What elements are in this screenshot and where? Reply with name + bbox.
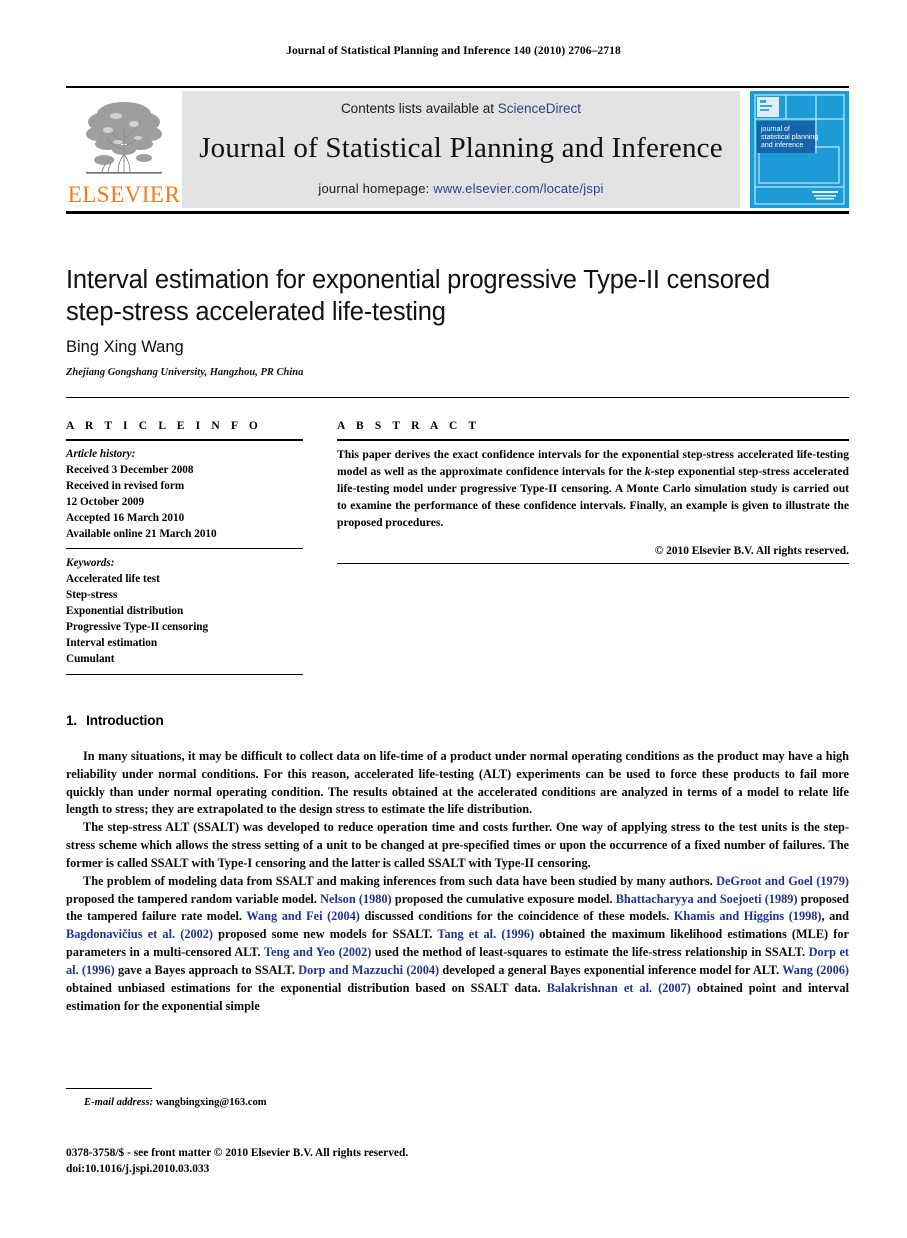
history-line: 12 October 2009 [66,495,145,508]
article-title: Interval estimation for exponential prog… [66,266,770,327]
keyword-item: Interval estimation [66,636,158,649]
paragraph: The step-stress ALT (SSALT) was develope… [66,820,849,870]
article-info-rule-bottom [66,673,303,675]
elsevier-tree-icon [78,94,170,182]
journal-cover-thumbnail: journal of statistical planning and infe… [750,91,849,208]
elsevier-wordmark: ELSEVIER [67,182,181,207]
article-info-column: A R T I C L E I N F O Article history: R… [66,420,303,682]
article-info-rule-mid [66,548,303,550]
elsevier-logo: ELSEVIER [66,91,182,208]
svg-text:statistical planning: statistical planning [761,134,818,141]
paragraph-text: discussed conditions for the coincidence… [359,909,674,924]
citation-link[interactable]: Dorp and Mazzuchi (2004) [298,963,439,977]
masthead-center-band: Contents lists available at ScienceDirec… [182,91,740,208]
citation-link[interactable]: Wang and Fei (2004) [246,909,360,923]
keyword-item: Cumulant [66,652,115,665]
paragraph-text: obtained unbiased estimations for the ex… [66,980,547,995]
article-author: Bing Xing Wang [66,338,184,356]
footnote-divider [66,1088,152,1089]
email-label: E-mail address: [84,1097,154,1108]
section-heading-introduction: 1. Introduction [66,713,164,728]
paragraph-text: gave a Bayes approach to SSALT. [114,962,299,977]
paragraph: In many situations, it may be difficult … [66,749,849,817]
citation-link[interactable]: Balakrishnan et al. (2007) [547,981,691,995]
journal-masthead: ELSEVIER Contents lists available at Sci… [66,86,849,214]
keywords-label: Keywords: [66,557,115,570]
section-number: 1. [66,713,78,728]
history-line: Received in revised form [66,479,185,492]
history-line: Available online 21 March 2010 [66,527,217,540]
section-title: Introduction [86,713,164,728]
citation-link[interactable]: Nelson (1980) [320,892,392,906]
citation-link[interactable]: Tang et al. (1996) [437,927,534,941]
doi-line: doi:10.1016/j.jspi.2010.03.033 [66,1163,210,1176]
email-link[interactable]: wangbingxing@163.com [156,1097,267,1108]
journal-homepage-line: journal homepage: www.elsevier.com/locat… [318,181,603,196]
sciencedirect-link[interactable]: ScienceDirect [498,101,581,116]
journal-homepage-link[interactable]: www.elsevier.com/locate/jspi [433,181,603,196]
keyword-item: Step-stress [66,589,118,602]
contents-lists-line: Contents lists available at ScienceDirec… [341,101,581,116]
abstract-column: A B S T R A C T This paper derives the e… [337,420,849,571]
paragraph-text: proposed some new models for SSALT. [213,927,438,942]
homepage-prefix: journal homepage: [318,181,434,196]
citation-link[interactable]: Khamis and Higgins (1998) [674,909,822,923]
citation-link[interactable]: Wang (2006) [782,963,849,977]
paragraph-text: developed a general Bayes exponential in… [439,962,783,977]
history-line: Received 3 December 2008 [66,463,194,476]
imprint-block: 0378-3758/$ - see front matter © 2010 El… [66,1145,408,1177]
abstract-copyright: © 2010 Elsevier B.V. All rights reserved… [654,544,849,557]
abstract-rule-bottom [337,562,849,564]
contents-lists-prefix: Contents lists available at [340,101,498,116]
journal-article-page: Journal of Statistical Planning and Infe… [0,0,907,1238]
svg-text:and inference: and inference [761,142,804,149]
title-block-divider [66,397,849,398]
keyword-item: Progressive Type-II censoring [66,621,209,634]
issn-copyright-line: 0378-3758/$ - see front matter © 2010 El… [66,1147,409,1159]
paragraph-with-citations: The problem of modeling data from SSALT … [66,873,849,1016]
citation-link[interactable]: DeGroot and Goel (1979) [716,874,849,888]
history-line: Accepted 16 March 2010 [66,511,185,524]
article-info-rule-top [66,439,303,441]
journal-title: Journal of Statistical Planning and Infe… [199,132,723,165]
paragraph-text: , and [821,909,849,924]
citation-link[interactable]: Teng and Yeo (2002) [264,945,371,959]
article-info-label: A R T I C L E I N F O [66,420,262,432]
keyword-item: Exponential distribution [66,605,184,618]
citation-link[interactable]: Bagdonavičius et al. (2002) [66,927,213,941]
abstract-label: A B S T R A C T [337,420,481,432]
paragraph-text: proposed the tampered random variable mo… [66,891,321,906]
corresponding-email-footnote: E-mail address: wangbingxing@163.com [84,1097,267,1108]
abstract-text: This paper derives the exact confidence … [337,447,849,532]
svg-text:journal of: journal of [760,126,790,133]
paragraph-text: The problem of modeling data from SSALT … [83,873,717,888]
author-affiliation: Zhejiang Gongshang University, Hangzhou,… [66,367,304,378]
abstract-rule-top [337,439,849,441]
article-history-label: Article history: [66,448,136,460]
paragraph-text: proposed the cumulative exposure model. [391,891,616,906]
citation-link[interactable]: Bhattacharyya and Soejoeti (1989) [616,892,798,906]
introduction-body: In many situations, it may be difficult … [66,748,849,1015]
keyword-item: Accelerated life test [66,573,160,586]
paragraph-text: used the method of least-squares to esti… [371,945,809,960]
running-head: Journal of Statistical Planning and Infe… [286,45,621,57]
